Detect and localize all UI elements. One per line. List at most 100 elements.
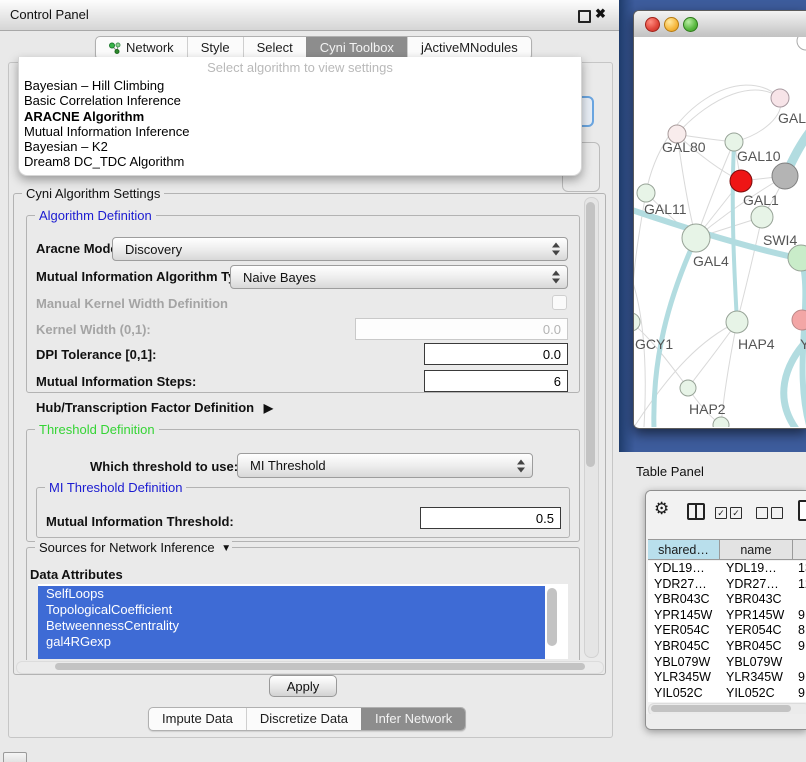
columns-icon[interactable] <box>687 503 705 520</box>
table-row[interactable]: YER054CYER054C8. <box>648 623 806 639</box>
hub-definition-label: Hub/Transcription Factor Definition <box>36 400 254 415</box>
checked-checkbox-icon[interactable]: ✓ <box>715 507 727 519</box>
node-hap4[interactable] <box>726 311 748 333</box>
settings-hscrollbar[interactable] <box>16 661 604 674</box>
attribute-item-selected[interactable]: BetweennessCentrality <box>38 618 545 634</box>
dropdown-item-selected[interactable]: ARACNE Algorithm <box>19 109 581 124</box>
dpi-tolerance-label: DPI Tolerance [0,1]: <box>36 347 156 362</box>
node-salmon[interactable] <box>792 310 806 330</box>
mi-threshold-input[interactable]: 0.5 <box>420 507 561 529</box>
table-row[interactable]: YBR045CYBR045C9. <box>648 639 806 655</box>
attribute-item-selected[interactable]: TopologicalCoefficient <box>38 602 545 618</box>
dropdown-placeholder: Select algorithm to view settings <box>19 57 581 78</box>
settings-vscrollbar[interactable] <box>584 197 599 658</box>
mi-algorithm-type-combo[interactable]: Naive Bayes <box>230 265 568 289</box>
tab-label: Cyni Toolbox <box>320 37 394 59</box>
dropdown-item[interactable]: Bayesian – K2 <box>19 139 581 154</box>
tab-label: Discretize Data <box>260 708 348 730</box>
input-value: 0.0 <box>543 322 561 337</box>
panel-title: Control Panel <box>10 7 89 22</box>
node-unlabeled[interactable] <box>797 37 806 50</box>
tab-style[interactable]: Style <box>187 37 243 59</box>
tab-discretize-data[interactable]: Discretize Data <box>246 708 361 730</box>
node-gal11[interactable] <box>637 184 655 202</box>
dropdown-item[interactable]: Bayesian – Hill Climbing <box>19 78 581 93</box>
column-header-name[interactable]: name <box>720 539 793 560</box>
combo-value: MI Threshold <box>250 458 326 473</box>
column-header-shared-name[interactable]: shared… <box>648 539 720 560</box>
attribute-item-selected[interactable]: SelfLoops <box>38 586 545 602</box>
minimize-traffic-light-icon[interactable] <box>664 17 679 32</box>
dropdown-item[interactable]: Mutual Information Inference <box>19 124 581 139</box>
document-icon[interactable] <box>798 500 806 521</box>
aracne-mode-label: Aracne Mode: <box>36 241 122 256</box>
tab-impute-data[interactable]: Impute Data <box>149 708 246 730</box>
gear-icon[interactable]: ⚙ <box>654 499 669 519</box>
kernel-width-input[interactable]: 0.0 <box>355 318 568 340</box>
settings-vscrollbar-thumb[interactable] <box>586 202 595 467</box>
table-row[interactable]: YIL052CYIL052C9. <box>648 686 806 702</box>
aracne-mode-combo[interactable]: Discovery <box>112 237 568 261</box>
combo-value: Naive Bayes <box>243 270 316 285</box>
data-attributes-label: Data Attributes <box>30 567 123 582</box>
tab-network[interactable]: Network <box>96 37 187 59</box>
unchecked-checkbox-icon[interactable] <box>771 507 783 519</box>
close-traffic-light-icon[interactable] <box>645 17 660 32</box>
cyni-bottom-tabbar: Impute Data Discretize Data Infer Networ… <box>148 707 466 731</box>
checked-checkbox-icon[interactable]: ✓ <box>730 507 742 519</box>
apply-button[interactable]: Apply <box>269 675 337 697</box>
network-canvas[interactable]: GAL80 GAL10 GAL1 GAL11 SWI4 GAL4 GCY1 HA… <box>634 37 806 427</box>
mi-steps-label: Mutual Information Steps: <box>36 374 196 389</box>
which-threshold-combo[interactable]: MI Threshold <box>237 453 533 478</box>
dropdown-item[interactable]: Basic Correlation Inference <box>19 93 581 108</box>
manual-kernel-width-checkbox[interactable] <box>552 295 567 310</box>
tab-cyni-toolbox[interactable]: Cyni Toolbox <box>306 37 407 59</box>
control-panel-titlebar: Control Panel ✖ <box>0 0 620 31</box>
table-body[interactable]: YDL19…YDL19…13 YDR27…YDR27…12 YBR043CYBR… <box>648 561 806 702</box>
node-hap2[interactable] <box>680 380 696 396</box>
list-scrollbar-thumb[interactable] <box>547 588 557 646</box>
combo-stepper-icon <box>552 271 560 284</box>
node-label-partial: GAL <box>778 110 806 126</box>
float-window-icon[interactable] <box>578 10 591 23</box>
network-window-titlebar[interactable] <box>634 11 806 38</box>
node-selected-red[interactable] <box>730 170 752 192</box>
node-gal7[interactable] <box>771 89 789 107</box>
settings-hscrollbar-thumb[interactable] <box>55 663 585 670</box>
table-row[interactable]: YLR345WYLR345W9. <box>648 670 806 686</box>
node-gray[interactable] <box>772 163 798 189</box>
dropdown-item[interactable]: Dream8 DC_TDC Algorithm <box>19 154 581 169</box>
node-bottom-partial[interactable] <box>713 417 729 427</box>
table-row[interactable]: YBR043CYBR043C <box>648 592 806 608</box>
network-view-window[interactable]: GAL80 GAL10 GAL1 GAL11 SWI4 GAL4 GCY1 HA… <box>633 10 806 429</box>
column-header-partial[interactable] <box>793 539 806 560</box>
data-attributes-list[interactable]: SelfLoops TopologicalCoefficient Between… <box>38 584 568 659</box>
node-swi4[interactable] <box>788 245 806 271</box>
table-panel-region: Table Panel ⚙ ✓ ✓ shared… name <box>619 452 806 762</box>
node-gcy1[interactable] <box>634 313 640 331</box>
mi-steps-input[interactable]: 6 <box>424 370 568 392</box>
attribute-item-selected-partial[interactable] <box>38 650 545 659</box>
unchecked-checkbox-icon[interactable] <box>756 507 768 519</box>
close-icon[interactable]: ✖ <box>595 6 606 22</box>
zoom-traffic-light-icon[interactable] <box>683 17 698 32</box>
tab-infer-network[interactable]: Infer Network <box>361 708 465 730</box>
table-row[interactable]: YDL19…YDL19…13 <box>648 561 806 577</box>
table-row[interactable]: YPR145WYPR145W9. <box>648 608 806 624</box>
network-node-labels: GAL80 GAL10 GAL1 GAL11 SWI4 GAL4 GCY1 HA… <box>635 110 806 417</box>
tab-select[interactable]: Select <box>243 37 306 59</box>
tab-jactivemnodules[interactable]: jActiveMNodules <box>407 37 531 59</box>
group-title: MI Threshold Definition <box>45 480 186 495</box>
attribute-item-selected[interactable]: gal4RGexp <box>38 634 545 650</box>
dpi-tolerance-input[interactable]: 0.0 <box>424 343 568 365</box>
sources-collapser[interactable]: Sources for Network Inference ▼ <box>35 540 232 557</box>
table-row[interactable]: YDR27…YDR27…12 <box>648 577 806 593</box>
group-title: Cyni Algorithm Settings <box>22 186 164 201</box>
node-gal4[interactable] <box>682 224 710 252</box>
table-hscrollbar-thumb[interactable] <box>651 705 791 712</box>
panel-corner-button[interactable] <box>3 752 27 762</box>
node-gal1[interactable] <box>751 206 773 228</box>
table-toolbar: ⚙ ✓ ✓ <box>646 491 806 539</box>
hub-definition-expander[interactable]: Hub/Transcription Factor Definition ▶ <box>36 400 267 415</box>
table-row[interactable]: YBL079WYBL079W <box>648 655 806 671</box>
